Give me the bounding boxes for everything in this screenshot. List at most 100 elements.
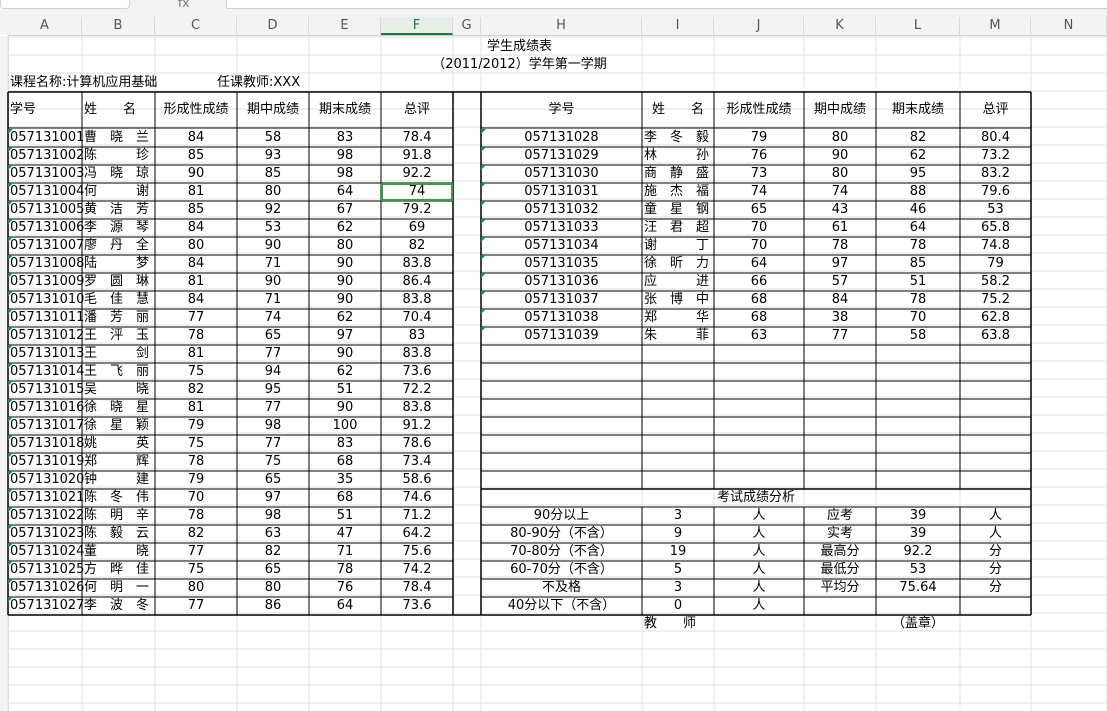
table-cell[interactable]: 057131023 <box>8 525 84 543</box>
table-cell[interactable]: 057131012 <box>8 327 84 345</box>
table-cell[interactable]: 王 泙 玉 <box>82 327 155 345</box>
table-cell[interactable]: 057131015 <box>8 381 84 399</box>
table-cell[interactable]: 82 <box>381 237 453 255</box>
table-cell[interactable]: 85 <box>876 255 960 273</box>
table-cell[interactable]: 郑 华 <box>642 309 714 327</box>
table-cell[interactable]: 冯 晓 琼 <box>82 165 155 183</box>
table-cell[interactable]: 65 <box>237 561 309 579</box>
table-cell[interactable]: 95 <box>876 165 960 183</box>
table-cell[interactable]: 76 <box>309 579 381 597</box>
table-cell[interactable]: 057131014 <box>8 363 84 381</box>
table-cell[interactable]: 74 <box>714 183 804 201</box>
table-cell[interactable]: 62.8 <box>960 309 1031 327</box>
table-cell[interactable]: 70 <box>714 237 804 255</box>
header-right-2[interactable]: 形成性成绩 <box>714 92 804 128</box>
table-cell[interactable]: 64 <box>876 219 960 237</box>
header-right-0[interactable]: 学号 <box>481 92 642 128</box>
table-cell[interactable]: 80.4 <box>960 129 1031 147</box>
table-cell[interactable]: 057131031 <box>481 183 642 201</box>
analysis-cell[interactable]: 人 <box>714 597 804 615</box>
analysis-cell[interactable]: 应考 <box>804 507 876 525</box>
table-cell[interactable]: 罗 圆 琳 <box>82 273 155 291</box>
table-cell[interactable]: 80 <box>237 183 309 201</box>
table-cell[interactable]: 51 <box>309 507 381 525</box>
table-cell[interactable]: 057131028 <box>481 129 642 147</box>
table-cell[interactable]: 86 <box>237 597 309 615</box>
table-cell[interactable]: 82 <box>237 543 309 561</box>
table-cell[interactable]: 79.6 <box>960 183 1031 201</box>
table-cell[interactable]: 62 <box>309 219 381 237</box>
seal-placeholder[interactable]: （盖章） <box>876 615 960 633</box>
header-right-1[interactable]: 姓 名 <box>642 92 714 128</box>
table-cell[interactable]: 58 <box>876 327 960 345</box>
header-left-2[interactable]: 形成性成绩 <box>155 92 237 128</box>
table-cell[interactable]: 79.2 <box>381 201 453 219</box>
table-cell[interactable]: 曹 晓 兰 <box>82 129 155 147</box>
table-cell[interactable]: 79 <box>960 255 1031 273</box>
analysis-cell[interactable] <box>804 597 876 615</box>
analysis-cell[interactable]: 90分以上 <box>481 507 642 525</box>
analysis-cell[interactable]: 60-70分（不含） <box>481 561 642 579</box>
sheet-subtitle[interactable]: （2011/2012）学年第一学期 <box>8 56 1031 74</box>
table-cell[interactable]: 90 <box>237 237 309 255</box>
table-cell[interactable]: 78.4 <box>381 579 453 597</box>
table-cell[interactable]: 057131026 <box>8 579 84 597</box>
table-cell[interactable]: 057131001 <box>8 129 84 147</box>
table-cell[interactable]: 63 <box>237 525 309 543</box>
table-cell[interactable]: 057131008 <box>8 255 84 273</box>
table-cell[interactable]: 057131036 <box>481 273 642 291</box>
table-cell[interactable]: 77 <box>237 435 309 453</box>
table-cell[interactable]: 潘 芳 丽 <box>82 309 155 327</box>
table-cell[interactable]: 68 <box>309 489 381 507</box>
table-cell[interactable]: 75 <box>237 453 309 471</box>
analysis-cell[interactable]: 不及格 <box>481 579 642 597</box>
table-cell[interactable]: 73.2 <box>960 147 1031 165</box>
analysis-cell[interactable]: 39 <box>876 525 960 543</box>
table-cell[interactable]: 方 晔 佳 <box>82 561 155 579</box>
table-cell[interactable]: 057131007 <box>8 237 84 255</box>
table-cell[interactable]: 35 <box>309 471 381 489</box>
table-cell[interactable]: 83 <box>381 327 453 345</box>
table-cell[interactable]: 姚 英 <box>82 435 155 453</box>
table-cell[interactable]: 057131004 <box>8 183 84 201</box>
analysis-cell[interactable]: 分 <box>960 561 1031 579</box>
table-cell[interactable]: 71 <box>237 255 309 273</box>
table-cell[interactable]: 58.2 <box>960 273 1031 291</box>
analysis-cell[interactable]: 0 <box>642 597 714 615</box>
table-cell[interactable]: 70 <box>714 219 804 237</box>
table-cell[interactable]: 65 <box>714 201 804 219</box>
table-cell[interactable]: 何 谢 <box>82 183 155 201</box>
table-cell[interactable]: 057131029 <box>481 147 642 165</box>
header-right-5[interactable]: 总评 <box>960 92 1031 128</box>
table-cell[interactable]: 徐 晓 星 <box>82 399 155 417</box>
table-cell[interactable]: 75 <box>155 435 237 453</box>
table-cell[interactable]: 70.4 <box>381 309 453 327</box>
analysis-cell[interactable]: 3 <box>642 579 714 597</box>
table-cell[interactable]: 77 <box>804 327 876 345</box>
table-cell[interactable]: 057131035 <box>481 255 642 273</box>
table-cell[interactable]: 057131020 <box>8 471 84 489</box>
table-cell[interactable]: 68 <box>309 453 381 471</box>
table-cell[interactable]: 057131033 <box>481 219 642 237</box>
table-cell[interactable]: 71 <box>309 543 381 561</box>
table-cell[interactable]: 057131024 <box>8 543 84 561</box>
table-cell[interactable]: 77 <box>155 543 237 561</box>
analysis-cell[interactable]: 分 <box>960 579 1031 597</box>
table-cell[interactable]: 90 <box>155 165 237 183</box>
analysis-cell[interactable]: 3 <box>642 507 714 525</box>
table-cell[interactable]: 84 <box>804 291 876 309</box>
table-cell[interactable]: 79 <box>155 417 237 435</box>
table-cell[interactable]: 53 <box>960 201 1031 219</box>
table-cell[interactable]: 李 波 冬 <box>82 597 155 615</box>
table-cell[interactable]: 97 <box>309 327 381 345</box>
table-cell[interactable]: 78.6 <box>381 435 453 453</box>
table-cell[interactable]: 057131003 <box>8 165 84 183</box>
table-cell[interactable]: 84 <box>155 255 237 273</box>
analysis-cell[interactable]: 人 <box>714 561 804 579</box>
table-cell[interactable]: 93 <box>237 147 309 165</box>
table-cell[interactable]: 商 静 盛 <box>642 165 714 183</box>
table-cell[interactable]: 张 博 中 <box>642 291 714 309</box>
table-cell[interactable]: 81 <box>155 183 237 201</box>
table-cell[interactable]: 74 <box>237 309 309 327</box>
table-cell[interactable]: 李 源 琴 <box>82 219 155 237</box>
